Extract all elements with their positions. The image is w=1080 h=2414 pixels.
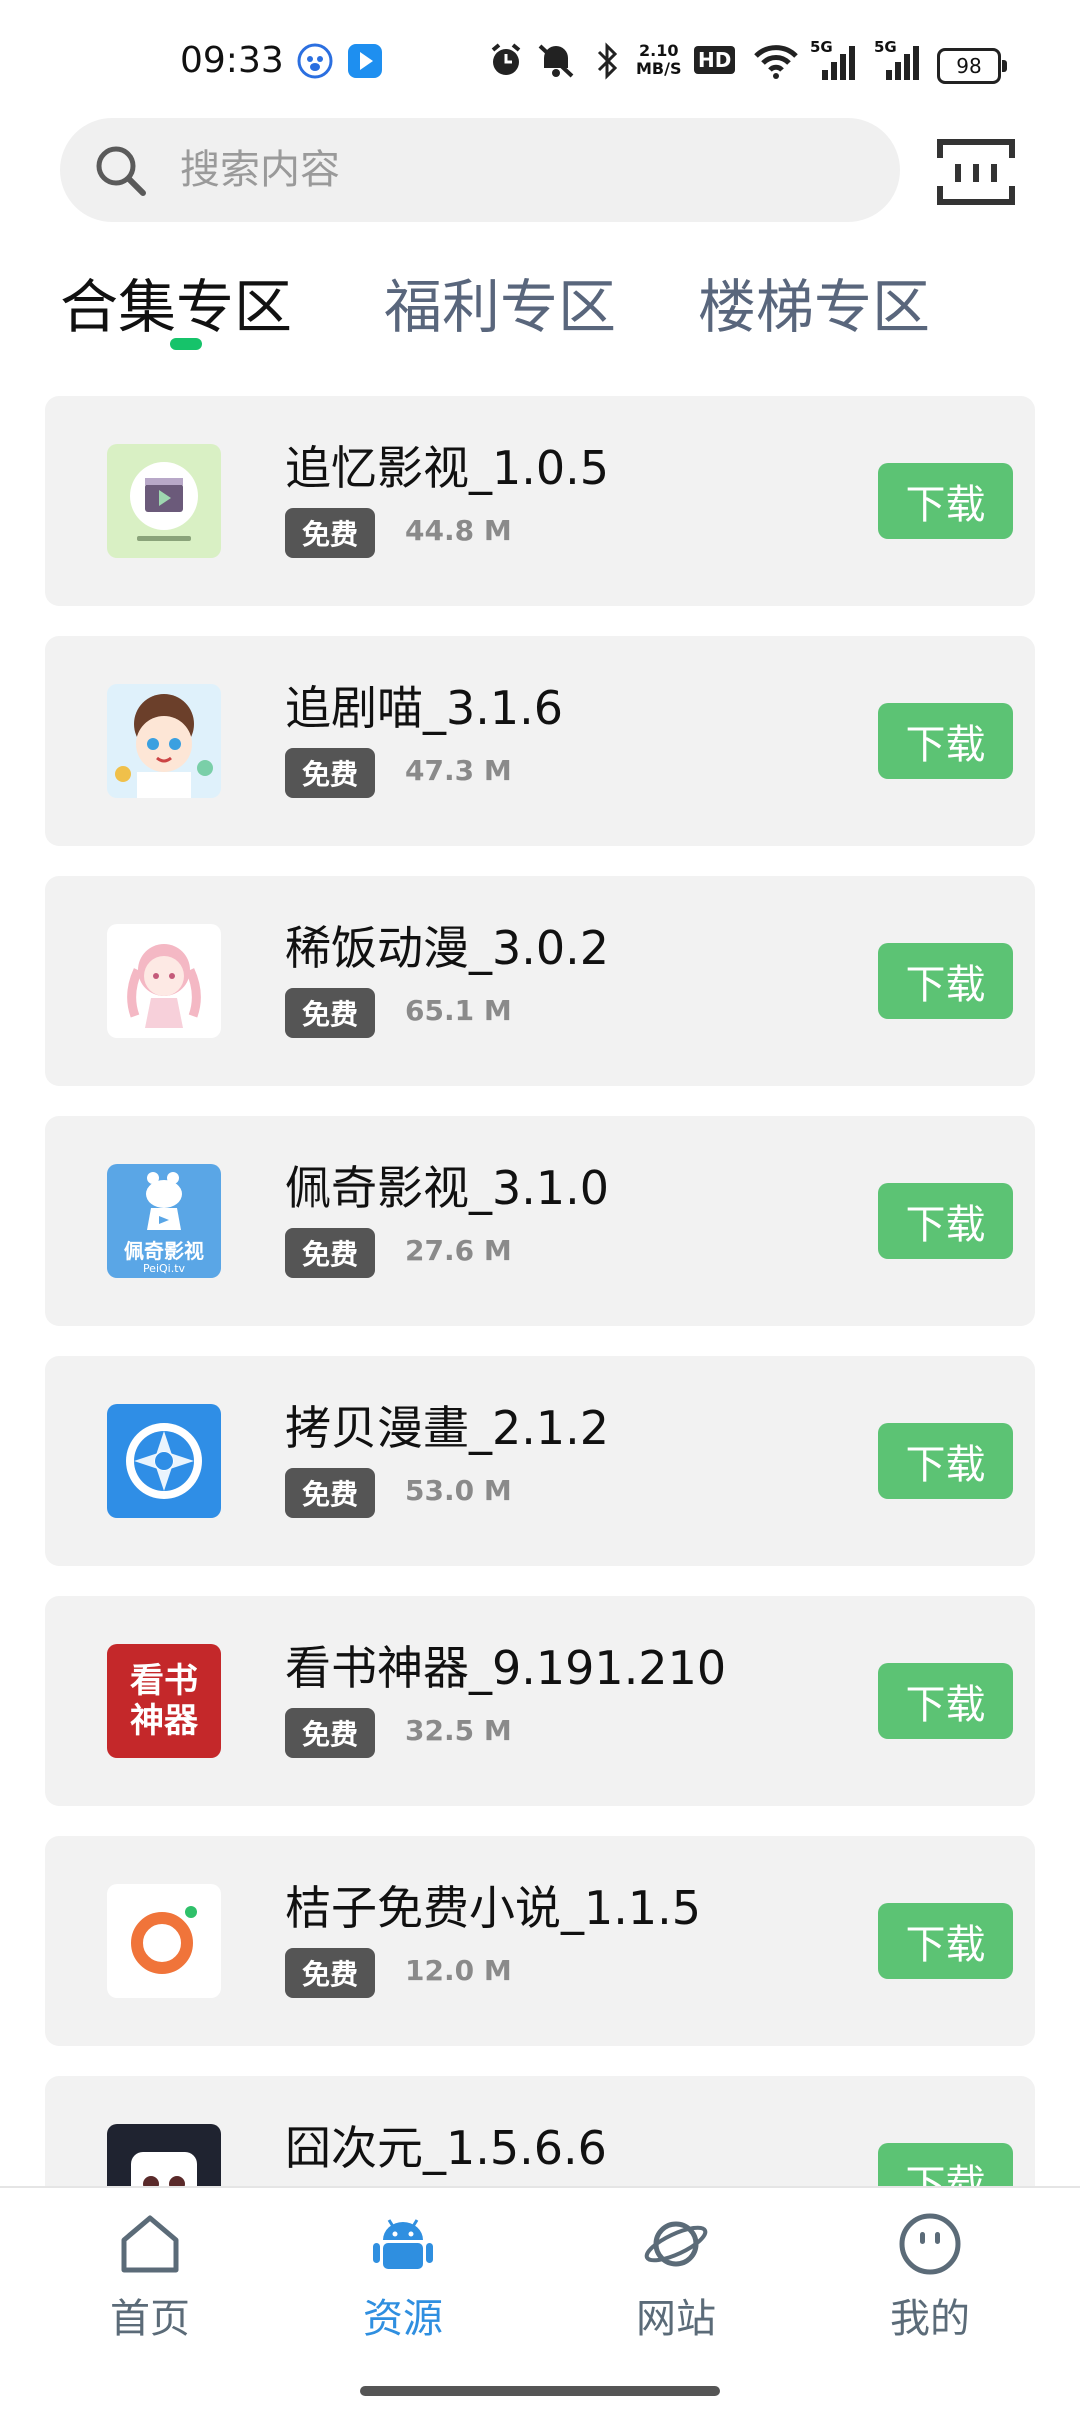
download-button[interactable]: 下载: [878, 1903, 1013, 1979]
android-icon: [373, 2219, 433, 2269]
baidu-icon: [296, 42, 334, 80]
app-name: 桔子免费小说_1.1.5: [285, 1881, 702, 1935]
download-button[interactable]: 下载: [878, 943, 1013, 1019]
planet-icon: [644, 2221, 708, 2267]
video-app-icon: [107, 444, 221, 558]
status-time: 09:33: [180, 40, 284, 81]
nav-profile[interactable]: 我的: [830, 2210, 1030, 2344]
home-icon: [121, 2215, 179, 2273]
book-app-icon-text: 看书: [130, 1661, 198, 1701]
book-app-icon: 看书 神器: [107, 1644, 221, 1758]
download-button[interactable]: 下载: [878, 1663, 1013, 1739]
peppa-icon: 佩奇影视 PeiQi.tv: [107, 1164, 221, 1278]
app-size: 44.8 M: [405, 514, 512, 547]
download-button[interactable]: 下载: [878, 1423, 1013, 1499]
app-name: 佩奇影视_3.1.0: [285, 1161, 610, 1215]
app-name: 稀饭动漫_3.0.2: [285, 921, 610, 975]
free-badge: 免费: [285, 748, 375, 798]
download-button[interactable]: 下载: [878, 703, 1013, 779]
app-name: 追忆影视_1.0.5: [285, 441, 610, 495]
smiley-icon: [899, 2213, 961, 2275]
jiong-icon: [107, 2124, 221, 2186]
app-size: 65.1 M: [405, 994, 512, 1027]
nav-home[interactable]: 首页: [50, 2210, 250, 2344]
app-card[interactable]: 桔子免费小说_1.1.5 免费 12.0 M 下载: [45, 1836, 1035, 2046]
app-name: 拷贝漫畫_2.1.2: [285, 1401, 610, 1455]
app-card[interactable]: 追忆影视_1.0.5 免费 44.8 M 下载: [45, 396, 1035, 606]
free-badge: 免费: [285, 988, 375, 1038]
app-card[interactable]: 拷贝漫畫_2.1.2 免费 53.0 M 下载: [45, 1356, 1035, 1566]
hd-icon: HD: [694, 46, 736, 74]
peppa-icon-subtext: PeiQi.tv: [142, 1262, 186, 1275]
free-badge: 免费: [285, 1468, 375, 1518]
search-bar[interactable]: [60, 118, 900, 222]
mute-icon: [534, 42, 578, 78]
app-card[interactable]: 囧次元_1.5.6.6 免费 下载: [45, 2076, 1035, 2186]
status-bar: 09:33 2.10 MB/S HD 5G 5G 98: [0, 0, 1080, 110]
bottom-navigation: 首页 资源 网站 我的: [0, 2186, 1080, 2414]
app-icon: [346, 42, 384, 80]
bluetooth-icon: [594, 42, 620, 80]
app-list[interactable]: 追忆影视_1.0.5 免费 44.8 M 下载 追剧喵_3.1.6 免费 47.…: [45, 396, 1035, 2186]
download-button[interactable]: 下载: [878, 2143, 1013, 2186]
nav-resources[interactable]: 资源: [303, 2210, 503, 2344]
app-name: 追剧喵_3.1.6: [285, 681, 564, 735]
app-card[interactable]: 佩奇影视 PeiQi.tv 佩奇影视_3.1.0 免费 27.6 M 下载: [45, 1116, 1035, 1326]
signal-strength-1: 5G: [810, 38, 860, 80]
app-card[interactable]: 看书 神器 看书神器_9.191.210 免费 32.5 M 下载: [45, 1596, 1035, 1806]
shutter-icon: [107, 1404, 221, 1518]
app-size: 27.6 M: [405, 1234, 512, 1267]
battery-level: 98: [956, 54, 982, 78]
signal-strength-2: 5G: [874, 38, 924, 80]
free-badge: 免费: [285, 1708, 375, 1758]
home-indicator[interactable]: [360, 2386, 720, 2396]
alarm-icon: [488, 42, 524, 78]
book-app-icon-subtext: 神器: [130, 1701, 198, 1741]
nav-profile-label: 我的: [890, 2296, 970, 2342]
app-card[interactable]: 稀饭动漫_3.0.2 免费 65.1 M 下载: [45, 876, 1035, 1086]
search-input[interactable]: [178, 146, 782, 194]
nav-websites-label: 网站: [636, 2296, 716, 2342]
orange-ring-icon: [107, 1884, 221, 1998]
nav-home-label: 首页: [110, 2296, 190, 2342]
free-badge: 免费: [285, 1948, 375, 1998]
active-tab-indicator: [170, 338, 202, 350]
peppa-icon-text: 佩奇影视: [124, 1239, 204, 1263]
app-size: 12.0 M: [405, 1954, 512, 1987]
app-card[interactable]: 追剧喵_3.1.6 免费 47.3 M 下载: [45, 636, 1035, 846]
battery-indicator: 98: [937, 48, 1007, 84]
download-button[interactable]: 下载: [878, 463, 1013, 539]
nav-resources-label: 资源: [363, 2296, 443, 2342]
app-size: 47.3 M: [405, 754, 512, 787]
app-size: 32.5 M: [405, 1714, 512, 1747]
download-button[interactable]: 下载: [878, 1183, 1013, 1259]
scan-icon[interactable]: [936, 138, 1016, 206]
category-tabs: 合集专区 福利专区 楼梯专区: [0, 250, 1080, 360]
anime-character-icon: [107, 684, 221, 798]
app-name: 囧次元_1.5.6.6: [285, 2121, 607, 2175]
network-speed-unit: MB/S: [636, 59, 682, 78]
app-size: 53.0 M: [405, 1474, 512, 1507]
free-badge: 免费: [285, 508, 375, 558]
tab-ladder[interactable]: 楼梯专区: [698, 260, 930, 344]
anime-girl-icon: [107, 924, 221, 1038]
free-badge: 免费: [285, 1228, 375, 1278]
network-speed-value: 2.10: [639, 41, 679, 60]
search-icon: [96, 146, 146, 196]
wifi-icon: [752, 42, 800, 80]
network-speed: 2.10 MB/S: [636, 42, 681, 78]
nav-websites[interactable]: 网站: [576, 2210, 776, 2344]
tab-collection[interactable]: 合集专区: [60, 260, 292, 344]
app-name: 看书神器_9.191.210: [285, 1641, 727, 1695]
tab-welfare[interactable]: 福利专区: [384, 260, 616, 344]
